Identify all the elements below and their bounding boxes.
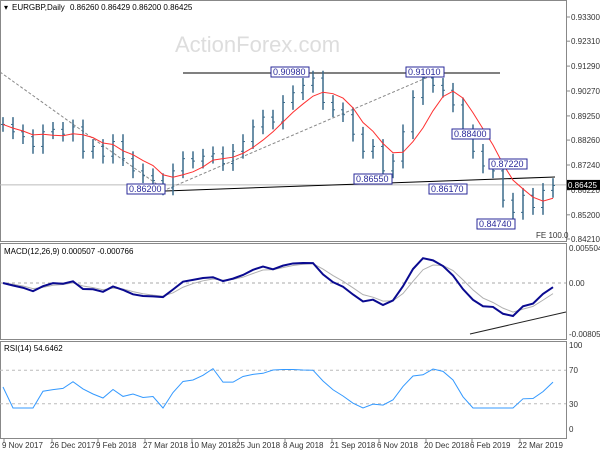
date-tick-label: 22 Mar 2019 <box>518 441 563 450</box>
price-tick-label: 0.87240 <box>571 161 600 170</box>
symbol-label: EURGBP,Daily <box>12 3 65 12</box>
chart-window: ActionForex.com ▾ EURGBP,Daily 0.86260 0… <box>0 0 600 450</box>
macd-tick-label: 0.005504 <box>569 244 600 253</box>
date-tick-label: 8 Aug 2018 <box>283 441 324 450</box>
date-tick-label: 21 Sep 2018 <box>330 441 376 450</box>
level-label: 0.86550 <box>356 174 389 184</box>
date-tick-label: 26 Dec 2017 <box>50 441 96 450</box>
level-label: 0.90980 <box>273 67 306 77</box>
macd-panel <box>0 243 567 340</box>
rsi-title: RSI(14) 54.6462 <box>4 344 63 353</box>
date-tick-label: 6 Feb 2019 <box>470 441 511 450</box>
current-price-label: 0.86425 <box>568 181 597 190</box>
level-label: 0.84740 <box>479 219 512 229</box>
price-tick-label: 0.85200 <box>571 211 600 220</box>
date-tick-label: 9 Feb 2018 <box>96 441 137 450</box>
price-tick-label: 0.84210 <box>571 235 600 244</box>
level-label: 0.91010 <box>408 67 441 77</box>
watermark: ActionForex.com <box>175 32 340 57</box>
price-tick-label: 0.88260 <box>571 136 600 145</box>
dashed-trendline <box>0 71 441 191</box>
level-label: 0.88400 <box>454 129 487 139</box>
date-tick-label: 10 May 2018 <box>190 441 237 450</box>
price-tick-label: 0.90270 <box>571 87 600 96</box>
macd-tick-label: -0.00805 <box>569 330 600 339</box>
fe-label: FE 100.0 <box>536 231 569 240</box>
chart-canvas[interactable]: ActionForex.com ▾ EURGBP,Daily 0.86260 0… <box>0 0 600 450</box>
rsi-tick-label: 30 <box>569 400 578 409</box>
date-tick-label: 9 Nov 2017 <box>2 441 43 450</box>
rsi-tick-label: 0 <box>569 425 574 434</box>
macd-trendline <box>469 311 567 335</box>
price-tick-label: 0.91290 <box>571 62 600 71</box>
rsi-tick-label: 100 <box>569 341 583 350</box>
level-label: 0.87220 <box>491 159 524 169</box>
price-tick-label: 0.93300 <box>571 13 600 22</box>
date-tick-label: 6 Nov 2018 <box>377 441 418 450</box>
price-tick-label: 0.89250 <box>571 112 600 121</box>
price-tick-label: 0.92310 <box>571 37 600 46</box>
level-label: 0.86200 <box>129 184 162 194</box>
date-tick-label: 27 Mar 2018 <box>143 441 188 450</box>
macd-signal-line <box>2 263 554 313</box>
date-tick-label: 20 Dec 2018 <box>424 441 470 450</box>
rsi-tick-label: 70 <box>569 366 578 375</box>
date-tick-label: 25 Jun 2018 <box>236 441 281 450</box>
macd-title: MACD(12,26,9) 0.000507 -0.000766 <box>4 247 134 256</box>
level-label: 0.86170 <box>431 184 464 194</box>
chart-title-arrow-icon: ▾ <box>4 3 8 12</box>
rsi-line <box>2 367 554 409</box>
macd-tick-label: 0.00 <box>569 279 585 288</box>
ohlc-readout: 0.86260 0.86429 0.86200 0.86425 <box>70 3 193 12</box>
